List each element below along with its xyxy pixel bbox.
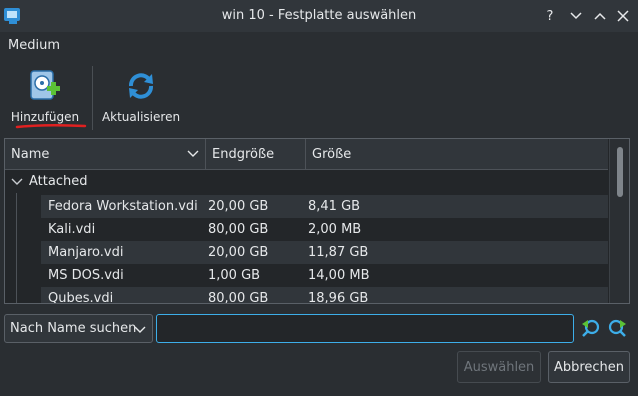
row-endsize: 80,00 GB	[208, 291, 269, 304]
group-attached-label: Attached	[29, 174, 88, 189]
row-size: 8,41 GB	[308, 199, 361, 214]
table-row[interactable]: Kali.vdi 80,00 GB 2,00 MB	[41, 218, 608, 241]
vertical-scrollbar[interactable]	[609, 139, 629, 303]
title-bar: win 10 - Festplatte auswählen ?	[0, 0, 638, 32]
column-size-label: Größe	[312, 147, 352, 162]
row-name: Qubes.vdi	[48, 291, 114, 304]
table-row[interactable]: Manjaro.vdi 20,00 GB 11,87 GB	[41, 241, 608, 264]
row-size: 2,00 MB	[308, 222, 362, 237]
minimize-icon[interactable]	[566, 6, 586, 26]
row-name: Manjaro.vdi	[48, 245, 124, 260]
refresh-icon	[129, 73, 153, 99]
help-glyph: ?	[546, 8, 554, 24]
refresh-button[interactable]: Aktualisieren	[100, 66, 182, 128]
tree-branch-line	[16, 193, 17, 303]
column-size-header[interactable]: Größe	[306, 139, 608, 170]
group-attached[interactable]: Attached	[5, 171, 608, 193]
row-size: 14,00 MB	[308, 268, 370, 283]
menu-medium[interactable]: Medium	[8, 38, 60, 53]
harddisk-add-icon	[30, 70, 60, 100]
row-name: Kali.vdi	[48, 222, 96, 237]
row-endsize: 1,00 GB	[208, 268, 261, 283]
red-underline-annotation	[15, 123, 87, 129]
search-mode-select[interactable]: Nach Name suchen	[4, 314, 153, 343]
row-size: 11,87 GB	[308, 245, 369, 260]
chevron-down-icon	[134, 326, 146, 333]
group-expand-chevron-icon[interactable]	[11, 178, 23, 186]
table-row[interactable]: MS DOS.vdi 1,00 GB 14,00 MB	[41, 264, 608, 287]
row-size: 18,96 GB	[308, 291, 369, 304]
row-endsize: 20,00 GB	[208, 199, 269, 214]
column-name-header[interactable]: Name	[5, 139, 206, 170]
table-row[interactable]: Fedora Workstation.vdi 20,00 GB 8,41 GB	[41, 195, 608, 218]
search-next-icon[interactable]	[606, 317, 628, 339]
search-previous-icon[interactable]	[580, 317, 602, 339]
toolbar-separator	[92, 66, 93, 130]
column-endsize-label: Endgröße	[212, 147, 275, 162]
refresh-label: Aktualisieren	[101, 110, 181, 124]
row-endsize: 80,00 GB	[208, 222, 269, 237]
choose-button[interactable]: Auswählen	[457, 351, 541, 383]
maximize-icon[interactable]	[590, 6, 610, 26]
add-disk-button[interactable]: Hinzufügen	[8, 66, 82, 128]
column-endsize-header[interactable]: Endgröße	[206, 139, 306, 170]
sort-chevron-icon	[187, 150, 199, 157]
cancel-button[interactable]: Abbrechen	[548, 351, 630, 383]
column-name-label: Name	[11, 147, 50, 162]
search-mode-label: Nach Name suchen	[10, 321, 137, 336]
close-icon[interactable]	[613, 6, 633, 26]
row-name: MS DOS.vdi	[48, 268, 124, 283]
help-icon[interactable]: ?	[540, 6, 560, 26]
table-row[interactable]: Qubes.vdi 80,00 GB 18,96 GB	[41, 287, 608, 304]
scrollbar-thumb[interactable]	[617, 147, 623, 197]
search-input[interactable]	[156, 314, 574, 343]
row-name: Fedora Workstation.vdi	[48, 199, 198, 214]
row-endsize: 20,00 GB	[208, 245, 269, 260]
disk-table[interactable]: Name Endgröße Größe Attached Fedora Work…	[4, 138, 630, 304]
table-header: Name Endgröße Größe	[5, 139, 608, 170]
